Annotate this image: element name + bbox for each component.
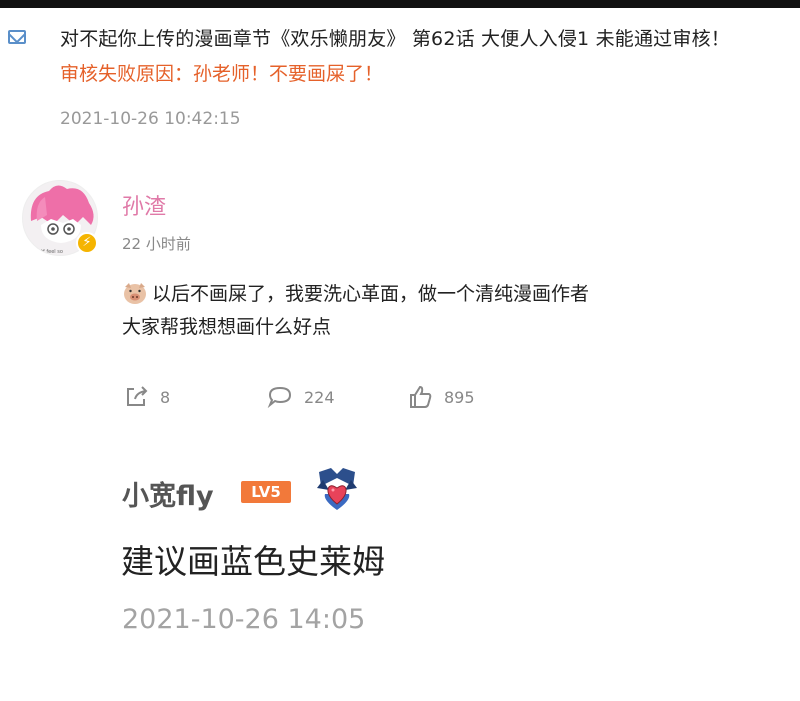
post-line-1: 以后不画屎了，我要洗心革面，做一个清纯漫画作者 — [122, 278, 589, 311]
share-button[interactable]: 8 — [124, 382, 170, 412]
level-badge: LV5 — [241, 481, 291, 503]
mail-icon — [8, 30, 26, 44]
top-bar — [0, 0, 800, 8]
verified-badge-icon: ⚡ — [76, 232, 98, 254]
comment-button[interactable]: 224 — [266, 382, 335, 412]
pig-emoji-icon — [124, 283, 146, 304]
reply-text: 建议画蓝色史莱姆 — [121, 542, 385, 581]
comment-count: 224 — [304, 387, 335, 407]
post-time: 22 小时前 — [122, 235, 191, 253]
post-line-1-text: 以后不画屎了，我要洗心革面，做一个清纯漫画作者 — [152, 283, 590, 305]
post-username[interactable]: 孙渣 — [122, 189, 166, 221]
like-button[interactable]: 895 — [408, 382, 475, 412]
avatar-caption: wtf feel so — [37, 249, 63, 255]
reply-timestamp: 2021-10-26 14:05 — [122, 604, 366, 635]
notification-reason: 审核失败原因：孙老师！不要画屎了！ — [60, 63, 384, 85]
comment-icon — [267, 386, 292, 409]
thumbs-up-icon — [410, 385, 432, 408]
reply-username[interactable]: 小宽fly — [122, 474, 214, 513]
share-icon — [127, 386, 148, 406]
notification-message: 对不起你上传的漫画章节《欢乐懒朋友》 第62话 大便人入侵1 未能通过审核！ — [60, 28, 730, 50]
notification-timestamp: 2021-10-26 10:42:15 — [60, 109, 241, 129]
like-count: 895 — [444, 387, 475, 407]
heart-medal-icon — [317, 468, 357, 510]
post-body: 以后不画屎了，我要洗心革面，做一个清纯漫画作者 大家帮我想想画什么好点 — [122, 278, 589, 344]
post-line-2: 大家帮我想想画什么好点 — [122, 316, 332, 338]
share-count: 8 — [160, 387, 171, 407]
